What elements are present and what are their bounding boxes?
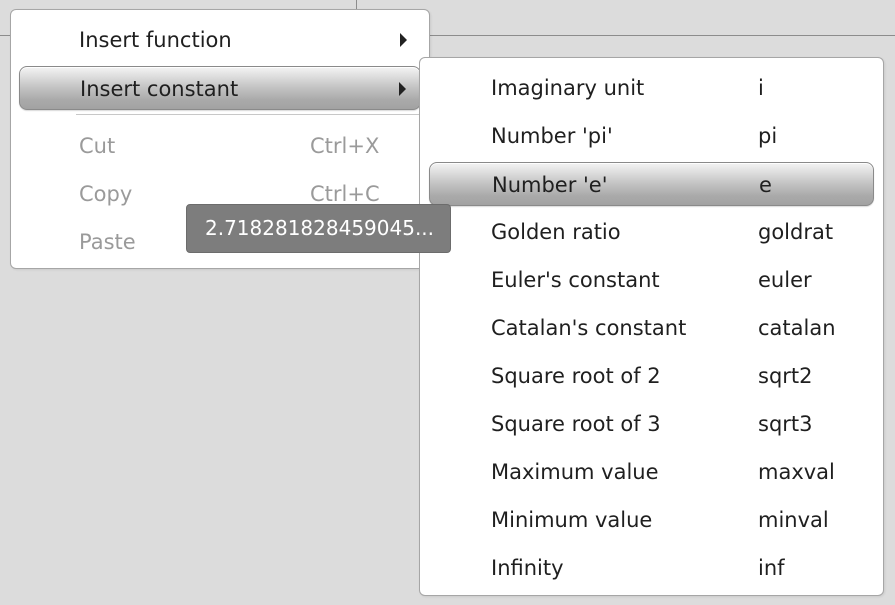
constant-symbol: e — [759, 173, 772, 197]
constant-symbol: maxval — [758, 460, 835, 484]
constant-symbol: inf — [758, 556, 785, 580]
constant-label: Imaginary unit — [491, 76, 645, 100]
menu-item-insert-constant[interactable]: Insert constant — [19, 66, 421, 110]
constant-item-sqrt2[interactable]: Square root of 2 sqrt2 — [429, 354, 874, 398]
constant-label: Maximum value — [491, 460, 659, 484]
menu-item-insert-function[interactable]: Insert function — [19, 18, 421, 62]
constants-submenu: Imaginary unit i Number 'pi' pi Number '… — [419, 57, 884, 596]
value-tooltip: 2.718281828459045... — [186, 204, 451, 253]
constant-symbol: catalan — [758, 316, 836, 340]
constant-item-infinity[interactable]: Infinity inf — [429, 546, 874, 590]
menu-item-label: Copy — [79, 182, 133, 206]
constant-label: Infinity — [491, 556, 564, 580]
constant-item-euler[interactable]: Euler's constant euler — [429, 258, 874, 302]
menu-item-label: Insert constant — [80, 77, 239, 101]
constant-symbol: i — [758, 76, 764, 100]
constant-symbol: pi — [758, 124, 778, 148]
menu-item-label: Paste — [79, 230, 136, 254]
constant-symbol: euler — [758, 268, 812, 292]
constant-label: Number 'e' — [492, 173, 608, 197]
constant-label: Number 'pi' — [491, 124, 613, 148]
menu-item-label: Cut — [79, 134, 116, 158]
constant-label: Minimum value — [491, 508, 653, 532]
constant-label: Square root of 2 — [491, 364, 661, 388]
constant-item-e[interactable]: Number 'e' e — [429, 162, 874, 206]
constant-label: Catalan's constant — [491, 316, 687, 340]
constant-label: Euler's constant — [491, 268, 660, 292]
constant-symbol: sqrt3 — [758, 412, 813, 436]
constant-item-sqrt3[interactable]: Square root of 3 sqrt3 — [429, 402, 874, 446]
constant-label: Golden ratio — [491, 220, 621, 244]
background-divider-vertical — [356, 0, 357, 9]
menu-separator — [76, 114, 420, 115]
constant-item-imaginary-unit[interactable]: Imaginary unit i — [429, 66, 874, 110]
constant-item-golden-ratio[interactable]: Golden ratio goldrat — [429, 210, 874, 254]
menu-item-shortcut: Ctrl+X — [310, 134, 380, 158]
constant-symbol: goldrat — [758, 220, 834, 244]
menu-item-cut[interactable]: Cut Ctrl+X — [19, 124, 421, 168]
constant-item-minval[interactable]: Minimum value minval — [429, 498, 874, 542]
submenu-arrow-icon — [400, 33, 407, 47]
submenu-arrow-icon — [399, 82, 406, 96]
constant-symbol: sqrt2 — [758, 364, 813, 388]
constant-item-maxval[interactable]: Maximum value maxval — [429, 450, 874, 494]
constant-symbol: minval — [758, 508, 829, 532]
constant-label: Square root of 3 — [491, 412, 661, 436]
constant-item-pi[interactable]: Number 'pi' pi — [429, 114, 874, 158]
menu-item-label: Insert function — [79, 28, 232, 52]
constant-item-catalan[interactable]: Catalan's constant catalan — [429, 306, 874, 350]
